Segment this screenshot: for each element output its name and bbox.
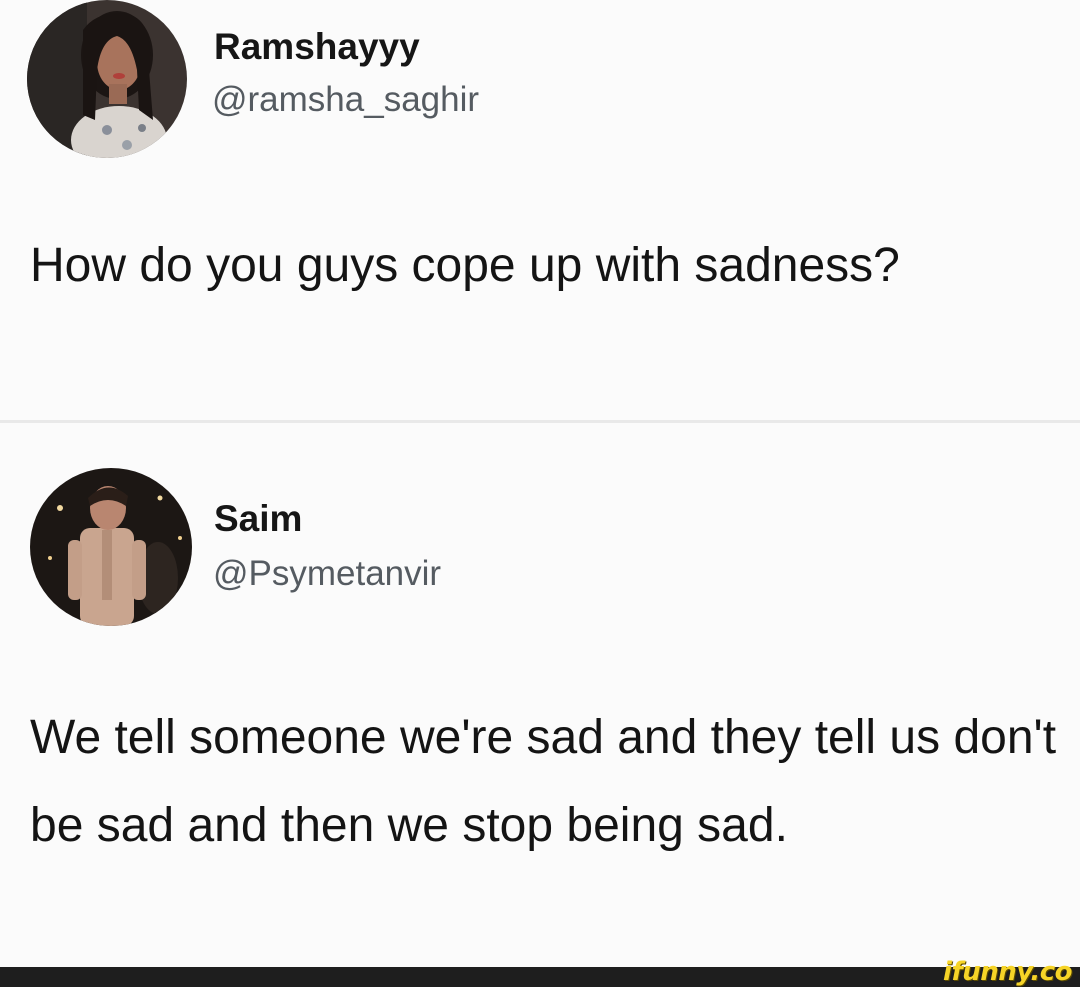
- avatar-photo: [30, 468, 192, 626]
- divider: [0, 420, 1080, 423]
- tweet-reply: Saim @Psymetanvir We tell someone we're …: [0, 424, 1080, 967]
- username-handle[interactable]: @ramsha_saghir: [212, 80, 479, 120]
- avatar[interactable]: [30, 468, 192, 626]
- avatar-photo: [27, 0, 187, 158]
- display-name[interactable]: Ramshayyy: [214, 26, 420, 68]
- tweet-original: Ramshayyy @ramsha_saghir How do you guys…: [0, 0, 1080, 420]
- screenshot-page: Ramshayyy @ramsha_saghir How do you guys…: [0, 0, 1080, 967]
- avatar[interactable]: [27, 0, 187, 158]
- tweet-text: We tell someone we're sad and they tell …: [30, 711, 1057, 852]
- display-name[interactable]: Saim: [214, 498, 302, 540]
- username-handle[interactable]: @Psymetanvir: [213, 554, 441, 594]
- ifunny-watermark: ifunny.co: [943, 957, 1072, 987]
- footer-bar: ifunny.co: [0, 957, 1080, 987]
- tweet-text: How do you guys cope up with sadness?: [30, 239, 900, 292]
